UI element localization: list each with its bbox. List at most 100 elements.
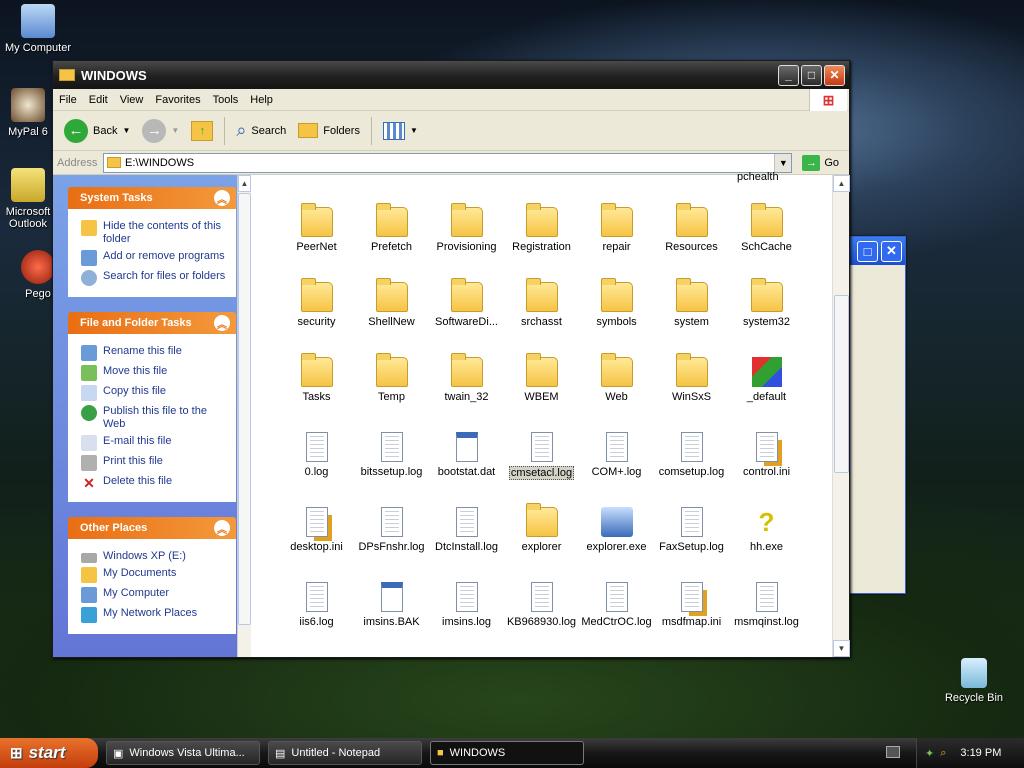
- file-item[interactable]: COM+.log: [579, 406, 654, 481]
- file-item[interactable]: Web: [579, 331, 654, 406]
- forward-button[interactable]: → ▼: [137, 117, 184, 145]
- place-my-computer[interactable]: My Computer: [81, 587, 231, 603]
- file-item[interactable]: ShellNew: [354, 256, 429, 331]
- vertical-scrollbar[interactable]: ▲ ▼: [832, 175, 850, 657]
- menu-help[interactable]: Help: [244, 94, 279, 106]
- close-icon[interactable]: ✕: [881, 240, 902, 262]
- file-item[interactable]: WBEM: [504, 331, 579, 406]
- desktop-icon-recycle-bin[interactable]: Recycle Bin: [936, 658, 1012, 704]
- scroll-down-icon[interactable]: ▼: [833, 640, 850, 657]
- file-item[interactable]: SchCache: [729, 181, 804, 256]
- file-item[interactable]: Resources: [654, 181, 729, 256]
- back-button[interactable]: ← Back ▼: [59, 117, 135, 145]
- keyboard-icon[interactable]: [886, 746, 900, 758]
- task-copy[interactable]: Copy this file: [81, 385, 231, 401]
- file-item[interactable]: PeerNet: [279, 181, 354, 256]
- desktop-icon-my-computer[interactable]: My Computer: [0, 4, 76, 54]
- system-tasks-header[interactable]: System Tasks ︽: [68, 187, 236, 209]
- file-item[interactable]: KB968930.log: [504, 556, 579, 631]
- collapse-icon[interactable]: ︽: [214, 190, 230, 206]
- file-item[interactable]: Registration: [504, 181, 579, 256]
- file-item[interactable]: cmsetacl.log: [504, 406, 579, 481]
- menu-tools[interactable]: Tools: [207, 94, 245, 106]
- collapse-icon[interactable]: ︽: [214, 315, 230, 331]
- taskbar-item-notepad[interactable]: ▤ Untitled - Notepad: [268, 741, 422, 765]
- file-item[interactable]: DPsFnshr.log: [354, 481, 429, 556]
- clock[interactable]: 3:19 PM: [960, 747, 1001, 759]
- close-button[interactable]: ✕: [824, 64, 845, 86]
- file-item[interactable]: msdfmap.ini: [654, 556, 729, 631]
- task-delete[interactable]: ✕ Delete this file: [81, 475, 231, 491]
- file-item[interactable]: twain_32: [429, 331, 504, 406]
- place-network[interactable]: My Network Places: [81, 607, 231, 623]
- file-item[interactable]: desktop.ini: [279, 481, 354, 556]
- minimize-button[interactable]: _: [778, 64, 799, 86]
- place-my-documents[interactable]: My Documents: [81, 567, 231, 583]
- file-item[interactable]: symbols: [579, 256, 654, 331]
- file-item[interactable]: comsetup.log: [654, 406, 729, 481]
- menu-edit[interactable]: Edit: [83, 94, 114, 106]
- file-item[interactable]: explorer: [504, 481, 579, 556]
- file-item[interactable]: Prefetch: [354, 181, 429, 256]
- task-email[interactable]: E-mail this file: [81, 435, 231, 451]
- scroll-up-icon[interactable]: ▲: [238, 175, 251, 192]
- place-drive[interactable]: Windows XP (E:): [81, 550, 231, 563]
- file-item[interactable]: Tasks: [279, 331, 354, 406]
- file-item[interactable]: explorer.exe: [579, 481, 654, 556]
- task-publish[interactable]: Publish this file to the Web: [81, 405, 231, 431]
- file-item[interactable]: system32: [729, 256, 804, 331]
- background-window-titlebar[interactable]: □ ✕: [849, 237, 905, 265]
- task-add-remove[interactable]: Add or remove programs: [81, 250, 231, 266]
- chevron-down-icon[interactable]: ▼: [774, 153, 792, 172]
- file-item[interactable]: WinSxS: [654, 331, 729, 406]
- file-item[interactable]: imsins.BAK: [354, 556, 429, 631]
- desktop-icon-outlook[interactable]: Microsoft Outlook: [0, 168, 60, 230]
- up-folder-button[interactable]: ↑: [186, 119, 218, 143]
- maximize-button[interactable]: □: [801, 64, 822, 86]
- file-item[interactable]: srchasst: [504, 256, 579, 331]
- file-item[interactable]: ? hh.exe: [729, 481, 804, 556]
- file-item[interactable]: FaxSetup.log: [654, 481, 729, 556]
- file-item[interactable]: security: [279, 256, 354, 331]
- task-rename[interactable]: Rename this file: [81, 345, 231, 361]
- window-titlebar[interactable]: WINDOWS _ □ ✕: [53, 61, 849, 89]
- file-item[interactable]: bootstat.dat: [429, 406, 504, 481]
- scroll-thumb[interactable]: [834, 295, 849, 473]
- file-item[interactable]: bitssetup.log: [354, 406, 429, 481]
- start-button[interactable]: ⊞ start: [0, 738, 98, 768]
- file-item[interactable]: DtcInstall.log: [429, 481, 504, 556]
- taskbar-item-vista[interactable]: ▣ Windows Vista Ultima...: [106, 741, 260, 765]
- menu-favorites[interactable]: Favorites: [149, 94, 206, 106]
- background-window[interactable]: □ ✕: [848, 236, 906, 594]
- file-item[interactable]: msmqinst.log: [729, 556, 804, 631]
- explorer-window[interactable]: WINDOWS _ □ ✕ File Edit View Favorites T…: [52, 60, 850, 658]
- task-pane-scrollbar[interactable]: ▲: [237, 175, 251, 657]
- search-button[interactable]: ⌕ Search: [231, 118, 291, 143]
- file-item[interactable]: SoftwareDi...: [429, 256, 504, 331]
- scroll-thumb[interactable]: [238, 193, 251, 625]
- task-hide-contents[interactable]: Hide the contents of this folder: [81, 220, 231, 246]
- file-item[interactable]: 0.log: [279, 406, 354, 481]
- file-item[interactable]: MedCtrOC.log: [579, 556, 654, 631]
- scroll-up-icon[interactable]: ▲: [833, 175, 850, 192]
- go-button[interactable]: → Go: [796, 154, 845, 171]
- task-print[interactable]: Print this file: [81, 455, 231, 471]
- address-input[interactable]: E:\WINDOWS ▼: [103, 152, 793, 173]
- file-item[interactable]: Temp: [354, 331, 429, 406]
- file-tasks-header[interactable]: File and Folder Tasks ︽: [68, 312, 236, 334]
- task-move[interactable]: Move this file: [81, 365, 231, 381]
- file-item[interactable]: imsins.log: [429, 556, 504, 631]
- network-icon[interactable]: ✦: [925, 747, 934, 760]
- maximize-icon[interactable]: □: [857, 240, 878, 262]
- chevron-down-icon[interactable]: ▼: [122, 126, 130, 135]
- task-search[interactable]: Search for files or folders: [81, 270, 231, 286]
- chevron-down-icon[interactable]: ▼: [410, 126, 418, 135]
- file-item[interactable]: _default: [729, 331, 804, 406]
- file-item[interactable]: repair: [579, 181, 654, 256]
- file-item[interactable]: iis6.log: [279, 556, 354, 631]
- file-item[interactable]: control.ini: [729, 406, 804, 481]
- menu-file[interactable]: File: [53, 94, 83, 106]
- file-item[interactable]: system: [654, 256, 729, 331]
- file-item[interactable]: Provisioning: [429, 181, 504, 256]
- desktop-icon-mypal[interactable]: MyPal 6: [0, 88, 60, 138]
